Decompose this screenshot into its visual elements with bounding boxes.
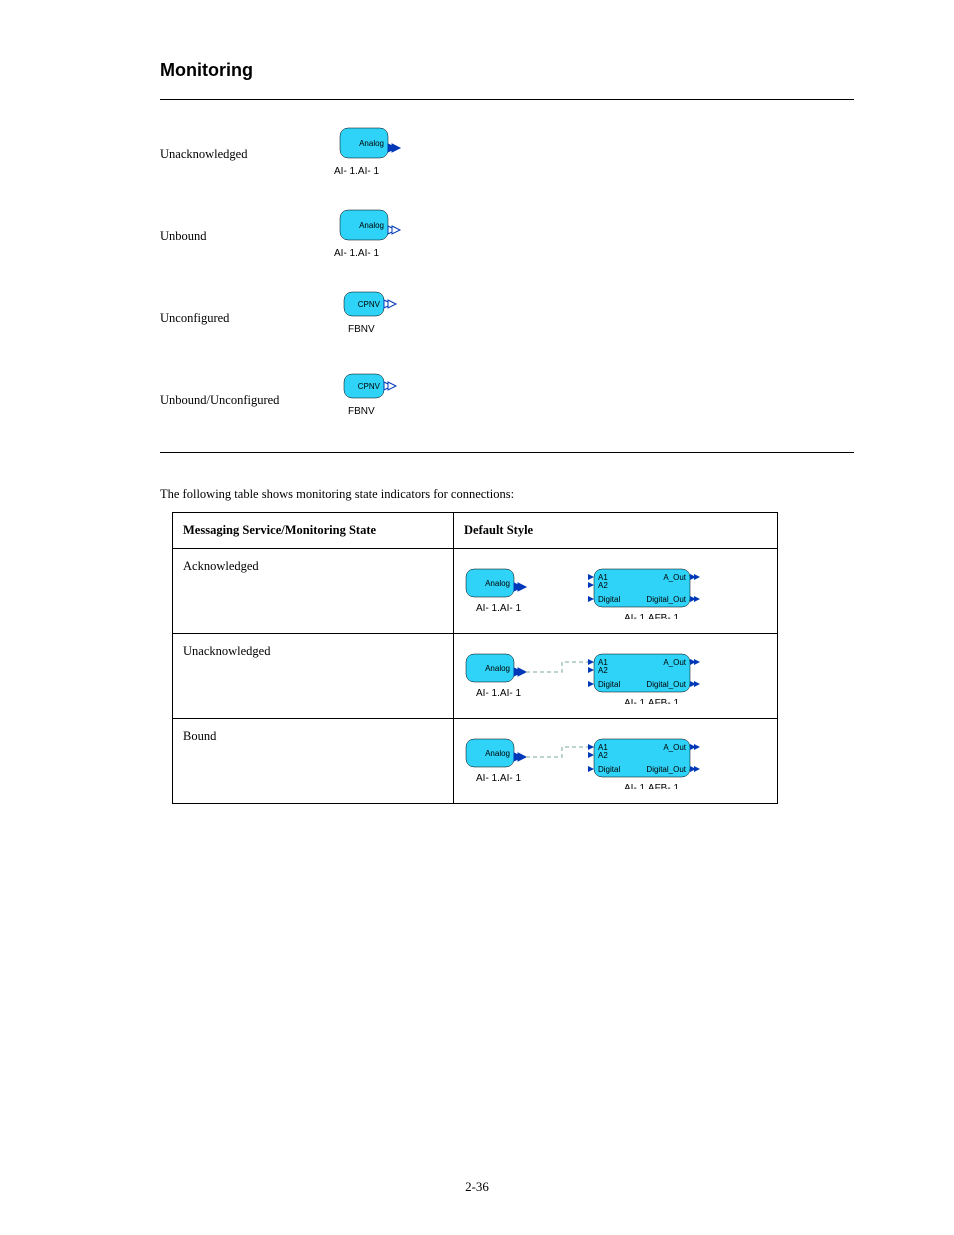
svg-text:AI- 1.AFB- 1: AI- 1.AFB- 1 <box>624 613 679 619</box>
bottom-divider <box>160 452 854 453</box>
svg-text:FBNV: FBNV <box>348 406 375 417</box>
svg-text:AI- 1.AFB- 1: AI- 1.AFB- 1 <box>624 783 679 789</box>
fb-diagram-icon: Analog AI- 1.AI- 1 A1A2DigitalA_OutDigit… <box>464 729 714 789</box>
svg-text:AI- 1.AI- 1: AI- 1.AI- 1 <box>334 248 379 259</box>
fb-single-icon: Analog AI- 1.AI- 1 <box>330 206 430 262</box>
svg-text:Analog: Analog <box>485 664 510 673</box>
icon-row-label: Unbound <box>160 229 330 244</box>
section-divider <box>160 99 854 100</box>
svg-text:AI- 1.AI- 1: AI- 1.AI- 1 <box>476 688 521 699</box>
svg-text:A_Out: A_Out <box>663 573 686 582</box>
icon-row: Unbound/Unconfigured CPNV FBNV <box>160 370 854 430</box>
icon-row-label: Unconfigured <box>160 311 330 326</box>
row-diagram-cell: Analog AI- 1.AI- 1 A1A2DigitalA_OutDigit… <box>454 634 778 719</box>
svg-text:AI- 1.AI- 1: AI- 1.AI- 1 <box>476 603 521 614</box>
icon-row-label: Unacknowledged <box>160 147 330 162</box>
row-diagram-cell: Analog AI- 1.AI- 1 A1A2DigitalA_OutDigit… <box>454 719 778 804</box>
connection-states-table: Messaging Service/Monitoring State Defau… <box>172 512 778 804</box>
icon-row: Unconfigured CPNV FBNV <box>160 288 854 348</box>
table-header-col2: Default Style <box>454 513 778 549</box>
page-number: 2-36 <box>0 1179 954 1195</box>
fb-single-icon: Analog AI- 1.AI- 1 <box>330 124 430 180</box>
svg-text:A2: A2 <box>598 581 608 590</box>
fb-single-icon: CPNV FBNV <box>330 370 430 426</box>
section-title: Monitoring <box>160 60 854 81</box>
row-diagram-cell: Analog AI- 1.AI- 1 A1A2DigitalA_OutDigit… <box>454 549 778 634</box>
svg-text:A_Out: A_Out <box>663 743 686 752</box>
svg-text:CPNV: CPNV <box>358 300 381 309</box>
svg-text:Digital: Digital <box>598 680 620 689</box>
fb-diagram-icon: Analog AI- 1.AI- 1 A1A2DigitalA_OutDigit… <box>464 644 714 704</box>
icon-row: Unacknowledged Analog AI- 1.AI- 1 <box>160 124 854 184</box>
svg-text:Digital_Out: Digital_Out <box>646 595 686 604</box>
svg-text:AI- 1.AI- 1: AI- 1.AI- 1 <box>476 773 521 784</box>
table-row: Bound Analog AI- 1.AI- 1 A1A2DigitalA_Ou… <box>173 719 778 804</box>
svg-text:FBNV: FBNV <box>348 324 375 335</box>
table-intro-text: The following table shows monitoring sta… <box>160 487 854 502</box>
svg-text:Analog: Analog <box>485 749 510 758</box>
table-row: Acknowledged Analog AI- 1.AI- 1 A1A2Digi… <box>173 549 778 634</box>
svg-text:Digital: Digital <box>598 765 620 774</box>
fb-diagram-icon: Analog AI- 1.AI- 1 A1A2DigitalA_OutDigit… <box>464 559 714 619</box>
svg-text:AI- 1.AFB- 1: AI- 1.AFB- 1 <box>624 698 679 704</box>
fb-single-icon: CPNV FBNV <box>330 288 430 344</box>
row-state-label: Unacknowledged <box>173 634 454 719</box>
svg-text:Analog: Analog <box>359 139 384 148</box>
svg-text:Digital_Out: Digital_Out <box>646 765 686 774</box>
row-state-label: Bound <box>173 719 454 804</box>
icon-row-label: Unbound/Unconfigured <box>160 393 330 408</box>
svg-text:A_Out: A_Out <box>663 658 686 667</box>
svg-text:Analog: Analog <box>359 221 384 230</box>
svg-text:Analog: Analog <box>485 579 510 588</box>
svg-text:Digital_Out: Digital_Out <box>646 680 686 689</box>
table-header-col1: Messaging Service/Monitoring State <box>173 513 454 549</box>
table-row: Unacknowledged Analog AI- 1.AI- 1 A1A2Di… <box>173 634 778 719</box>
svg-text:AI- 1.AI- 1: AI- 1.AI- 1 <box>334 166 379 177</box>
icon-row: Unbound Analog AI- 1.AI- 1 <box>160 206 854 266</box>
svg-text:CPNV: CPNV <box>358 382 381 391</box>
svg-text:Digital: Digital <box>598 595 620 604</box>
row-state-label: Acknowledged <box>173 549 454 634</box>
svg-text:A2: A2 <box>598 751 608 760</box>
svg-text:A2: A2 <box>598 666 608 675</box>
